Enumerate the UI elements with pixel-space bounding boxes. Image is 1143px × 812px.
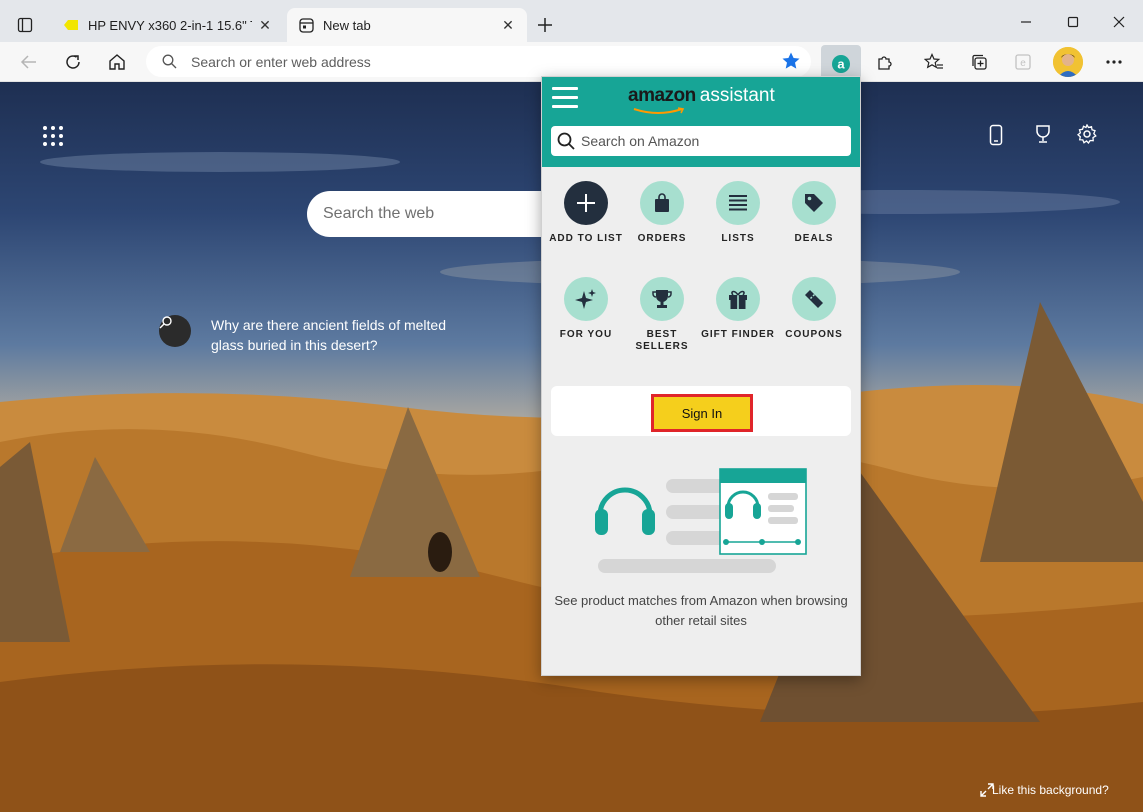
maximize-icon — [1067, 16, 1079, 28]
new-tab-favicon-icon — [297, 16, 315, 34]
refresh-button[interactable] — [58, 47, 88, 77]
tile-deals[interactable]: DEALS — [776, 181, 852, 245]
tile-label: ADD TO LIST — [549, 233, 623, 244]
tile-lists[interactable]: LISTS — [700, 181, 776, 245]
more-menu-button[interactable] — [1099, 47, 1129, 77]
logo-product-text: assistant — [699, 85, 775, 106]
close-window-button[interactable] — [1105, 8, 1133, 36]
tag-icon — [792, 181, 836, 225]
like-background-link[interactable]: Like this background? — [980, 783, 1109, 797]
sign-in-card: Sign In — [551, 386, 851, 436]
promo-text: See product matches from Amazon when bro… — [554, 593, 848, 628]
product-match-illustration — [595, 468, 807, 573]
favorites-button[interactable] — [919, 47, 949, 77]
grid-dots-icon — [43, 126, 63, 146]
maximize-button[interactable] — [1059, 8, 1087, 36]
arrow-left-icon — [20, 55, 36, 69]
amazon-assistant-header: amazon assistant Search on Amazon — [542, 77, 860, 167]
collections-button[interactable] — [964, 47, 994, 77]
tile-for-you[interactable]: FOR YOU — [548, 277, 624, 341]
tile-label: COUPONS — [785, 329, 843, 340]
ticket-icon — [792, 277, 836, 321]
tab-title: New tab — [323, 17, 371, 33]
plus-icon — [564, 181, 608, 225]
amazon-smile-icon — [633, 107, 685, 114]
tab-new-tab[interactable]: New tab ✕ — [287, 8, 527, 42]
tab-actions-icon — [17, 17, 33, 33]
tile-gift-finder[interactable]: GIFT FINDER — [700, 277, 776, 341]
hamburger-menu-icon[interactable] — [552, 87, 578, 109]
ie-mode-icon: e — [1015, 54, 1031, 70]
tile-label: BEST SELLERS — [635, 329, 689, 352]
phone-icon — [989, 124, 1003, 146]
search-icon — [162, 54, 177, 69]
rewards-button[interactable] — [1033, 124, 1059, 150]
profile-avatar[interactable] — [1053, 47, 1083, 77]
plus-icon — [538, 18, 552, 32]
trophy-icon — [640, 277, 684, 321]
home-icon — [109, 54, 125, 70]
expand-icon — [980, 783, 994, 797]
tile-label: DEALS — [794, 233, 834, 244]
tab-hp-envy[interactable]: HP ENVY x360 2-in-1 15.6" Touch ✕ — [52, 8, 284, 42]
new-tab-button[interactable] — [532, 12, 558, 38]
shopping-bag-icon — [640, 181, 684, 225]
trivia-card[interactable]: Why are there ancient fields of melted g… — [159, 315, 471, 355]
tab-strip: HP ENVY x360 2-in-1 15.6" Touch ✕ New ta… — [0, 0, 1143, 42]
tile-orders[interactable]: ORDERS — [624, 181, 700, 245]
close-tab-icon[interactable]: ✕ — [256, 16, 274, 34]
tab-title: HP ENVY x360 2-in-1 15.6" Touch — [88, 17, 252, 33]
address-placeholder: Search or enter web address — [191, 53, 371, 70]
tile-label: GIFT FINDER — [701, 329, 775, 340]
tile-coupons[interactable]: COUPONS — [776, 277, 852, 341]
tile-add-to-list[interactable]: ADD TO LIST — [548, 181, 624, 245]
minimize-button[interactable] — [1012, 8, 1040, 36]
close-tab-icon[interactable]: ✕ — [499, 16, 517, 34]
address-bar[interactable]: Search or enter web address — [146, 46, 811, 77]
amazon-assistant-popup: amazon assistant Search on Amazon ADD TO… — [541, 76, 861, 676]
amazon-search-placeholder: Search on Amazon — [581, 133, 700, 149]
sign-in-button[interactable]: Sign In — [651, 394, 753, 432]
gift-icon — [716, 277, 760, 321]
apps-launcher-button[interactable] — [41, 124, 65, 148]
mobile-button[interactable] — [989, 124, 1015, 150]
page-settings-button[interactable] — [1077, 124, 1103, 150]
ellipsis-icon — [1106, 60, 1122, 64]
home-button[interactable] — [102, 47, 132, 77]
gear-icon — [1077, 124, 1097, 144]
ntp-search-placeholder: Search the web — [323, 205, 435, 222]
tag-favicon-icon — [62, 16, 80, 34]
amazon-search-input[interactable]: Search on Amazon — [551, 126, 851, 156]
list-icon — [716, 181, 760, 225]
tab-actions-button[interactable] — [10, 10, 40, 40]
collections-icon — [972, 54, 987, 70]
extensions-button[interactable] — [870, 47, 900, 77]
svg-text:a: a — [837, 56, 845, 71]
tile-best-sellers[interactable]: BEST SELLERS — [624, 277, 700, 353]
tile-label: ORDERS — [637, 233, 687, 244]
favorites-icon — [924, 53, 943, 69]
trivia-question: Why are there ancient fields of melted g… — [211, 317, 447, 353]
logo-brand-text: amazon — [628, 85, 696, 106]
avatar-icon — [1053, 47, 1083, 77]
search-icon — [557, 132, 575, 150]
amazon-assistant-logo: amazon assistant — [628, 85, 775, 107]
amazon-a-icon: a — [832, 54, 850, 73]
svg-text:e: e — [1020, 58, 1026, 69]
puzzle-icon — [878, 56, 892, 70]
like-background-text: Like this background? — [992, 783, 1109, 797]
minimize-icon — [1021, 21, 1031, 23]
back-button[interactable] — [14, 47, 44, 77]
ie-mode-button[interactable]: e — [1008, 47, 1038, 77]
ntp-search-box[interactable]: Search the web — [307, 191, 557, 237]
magnifier-icon — [159, 315, 191, 347]
favorite-star-icon[interactable] — [781, 51, 801, 76]
tile-label: FOR YOU — [559, 329, 613, 340]
close-icon — [1113, 16, 1125, 28]
refresh-icon — [66, 55, 80, 69]
tile-label: LISTS — [721, 233, 755, 244]
sparkle-icon — [564, 277, 608, 321]
trophy-icon — [1036, 125, 1050, 143]
